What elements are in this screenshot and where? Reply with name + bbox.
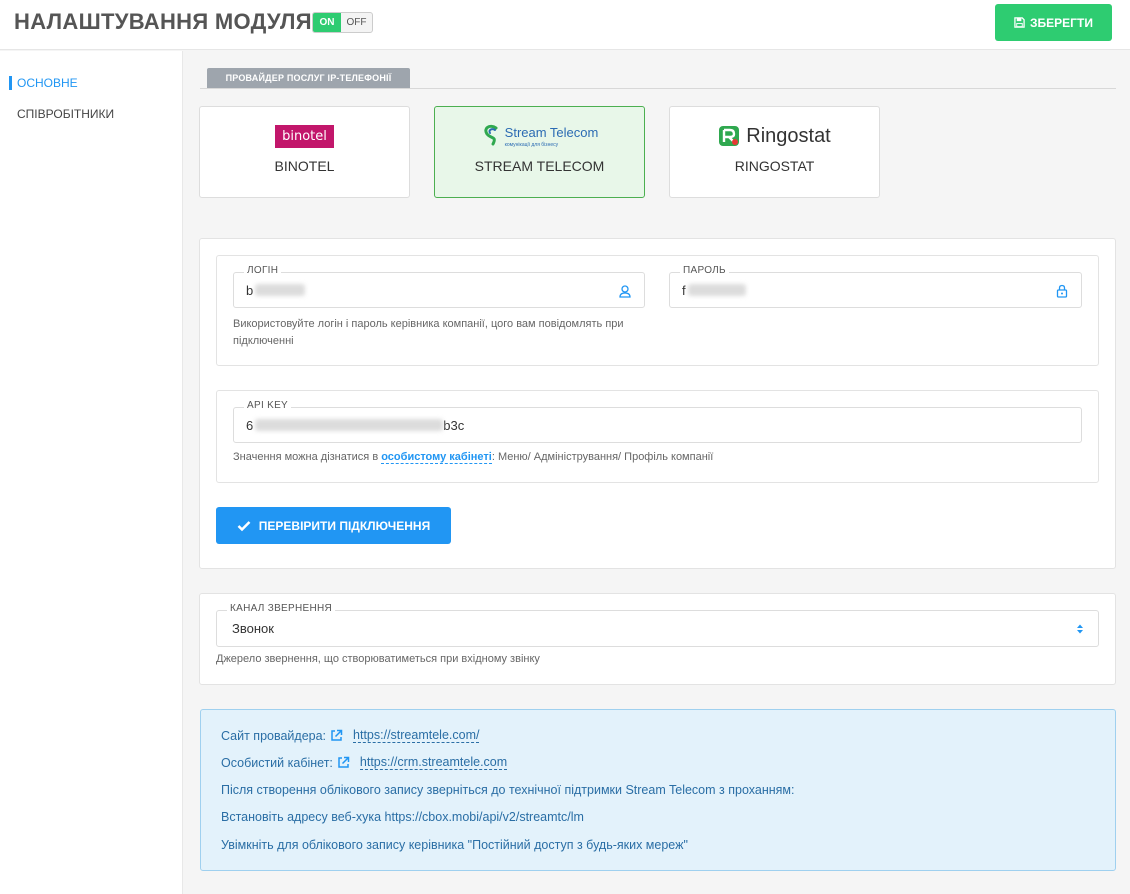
stream-telecom-logo-text: Stream Telecom — [504, 125, 599, 140]
api-key-prefix: 6 — [246, 417, 254, 433]
binotel-logo: binotel — [275, 124, 334, 148]
stream-telecom-logo-sub: комунікації для бізнесу — [504, 142, 559, 148]
provider-section-tab: ПРОВАЙДЕР ПОСЛУГ IP-ТЕЛЕФОНІЇ — [207, 68, 410, 88]
toggle-off[interactable]: OFF — [341, 13, 372, 32]
module-toggle[interactable]: ON OFF — [312, 12, 373, 33]
ringostat-logo: Ringostat — [718, 125, 831, 148]
info-cabinet-line: Особистий кабінет: https://crm.streamtel… — [221, 755, 508, 770]
info-site-line: Сайт провайдера: https://streamtele.com/ — [221, 728, 480, 743]
provider-name: BINOTEL — [274, 158, 335, 174]
login-value: b — [246, 282, 254, 298]
lock-icon — [1056, 284, 1068, 298]
user-icon — [619, 285, 631, 298]
login-field[interactable]: b — [233, 272, 645, 308]
divider — [200, 88, 1116, 89]
api-key-help: Значення можна дізнатися в особистому ка… — [233, 449, 713, 466]
top-header: НАЛАШТУВАННЯ МОДУЛЯ ON OFF ЗБЕРЕГТИ — [0, 0, 1130, 50]
provider-card-ringostat[interactable]: Ringostat RINGOSTAT — [669, 106, 880, 198]
api-key-suffix: b3c — [443, 417, 465, 433]
personal-cabinet-link[interactable]: особистому кабінеті — [381, 451, 492, 464]
ringostat-icon — [719, 126, 740, 146]
personal-cabinet-url-link[interactable]: https://crm.streamtele.com — [359, 755, 508, 770]
provider-card-binotel[interactable]: binotel BINOTEL — [199, 106, 410, 198]
api-help-after: : Меню/ Адміністрування/ Профіль компані… — [491, 451, 714, 463]
info-webhook: Встановіть адресу веб-хука https://cbox.… — [221, 810, 584, 824]
stream-telecom-icon — [484, 124, 498, 146]
sidebar-item-employees[interactable]: СПІВРОБІТНИКИ — [9, 107, 114, 121]
api-key-field[interactable]: 6 b3c — [233, 407, 1082, 443]
provider-site-link[interactable]: https://streamtele.com/ — [353, 728, 480, 743]
channel-help: Джерело звернення, що створюватиметься п… — [216, 653, 540, 665]
channel-label: КАНАЛ ЗВЕРНЕННЯ — [227, 603, 336, 614]
provider-info-box: Сайт провайдера: https://streamtele.com/… — [200, 709, 1116, 871]
save-button-label: ЗБЕРЕГТИ — [1030, 15, 1093, 30]
check-connection-button[interactable]: ПЕРЕВІРИТИ ПІДКЛЮЧЕННЯ — [216, 507, 451, 544]
info-instruction: Після створення облікового запису зверні… — [221, 783, 795, 797]
provider-name: STREAM TELECOM — [474, 158, 605, 174]
sidebar: ОСНОВНЕ СПІВРОБІТНИКИ — [0, 51, 183, 894]
channel-select[interactable]: Звонок — [216, 610, 1099, 647]
password-field[interactable]: f — [669, 272, 1082, 308]
info-cabinet-label: Особистий кабінет: — [221, 755, 333, 770]
stream-telecom-logo: Stream Telecom комунікації для бізнесу — [481, 124, 599, 148]
api-key-label: API KEY — [244, 400, 292, 411]
external-link-icon — [338, 756, 350, 768]
login-help-text: Використовуйте логін і пароль керівника … — [233, 318, 624, 347]
ringostat-logo-text: Ringostat — [746, 124, 831, 147]
provider-name: RINGOSTAT — [734, 158, 815, 174]
check-connection-label: ПЕРЕВІРИТИ ПІДКЛЮЧЕННЯ — [258, 518, 431, 533]
save-button[interactable]: ЗБЕРЕГТИ — [995, 4, 1112, 41]
api-help-before: Значення можна дізнатися в — [233, 451, 382, 463]
checkmark-icon — [237, 520, 251, 531]
page-title: НАЛАШТУВАННЯ МОДУЛЯ — [14, 9, 312, 34]
channel-selected-value: Звонок — [232, 621, 274, 636]
password-value: f — [682, 282, 686, 298]
select-arrows-icon — [1077, 624, 1083, 634]
password-label: ПАРОЛЬ — [680, 265, 729, 276]
info-site-label: Сайт провайдера: — [221, 728, 327, 743]
login-label: ЛОГІН — [244, 265, 282, 276]
external-link-icon — [331, 729, 343, 741]
floppy-disk-icon — [1014, 17, 1025, 28]
info-access: Увімкніть для облікового запису керівник… — [221, 838, 688, 852]
sidebar-item-main[interactable]: ОСНОВНЕ — [9, 76, 78, 90]
provider-card-stream-telecom[interactable]: Stream Telecom комунікації для бізнесу S… — [434, 106, 645, 198]
toggle-on[interactable]: ON — [313, 13, 341, 32]
